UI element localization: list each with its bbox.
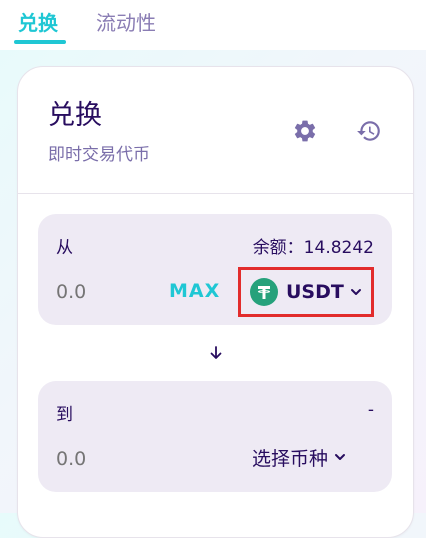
arrow-down-icon [210,346,222,359]
tab-swap[interactable]: 兑换 [18,8,58,38]
card-divider [18,193,413,194]
chevron-down-icon [349,285,363,299]
to-panel: 到 - 选择币种 [38,381,392,492]
top-tab-bar: 兑换 流动性 [0,0,426,50]
from-label: 从 [56,238,73,258]
select-token-label: 选择币种 [252,447,329,470]
settings-button[interactable] [289,115,321,147]
balance-text: 余额：14.8242 [252,238,374,258]
token-symbol: USDT [286,281,344,303]
from-token-select[interactable]: USDT [238,267,374,317]
to-label: 到 [56,405,73,425]
history-icon [357,121,380,141]
select-token-button[interactable]: 选择币种 [252,442,347,472]
from-panel: 从 余额：14.8242 MAX USDT [38,214,392,325]
tab-liquidity[interactable]: 流动性 [96,8,156,38]
to-amount-input[interactable] [56,445,176,473]
max-button[interactable]: MAX [169,280,220,302]
card-subtitle: 即时交易代币 [48,145,150,165]
to-balance-text: - [367,400,374,420]
gear-icon [294,120,316,142]
from-amount-input[interactable] [56,278,176,306]
switch-direction-button[interactable] [206,343,226,363]
active-tab-indicator [14,40,66,44]
chevron-down-icon [333,450,347,464]
history-button[interactable] [353,115,385,147]
swap-card: 兑换 即时交易代币 从 余额：14.8242 MAX USDT [17,66,414,538]
tether-icon [250,278,278,306]
card-title: 兑换 [48,100,102,131]
